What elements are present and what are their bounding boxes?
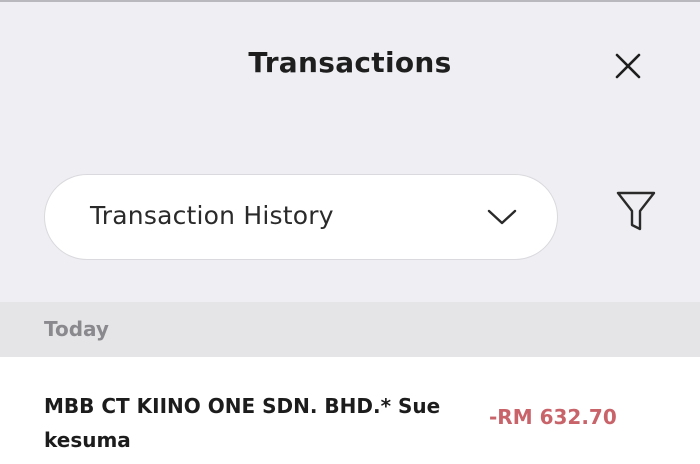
page-title: Transactions — [248, 46, 452, 79]
date-section-header: Today — [0, 302, 700, 357]
transaction-amount: -RM 632.70 — [489, 405, 617, 429]
dropdown-selected-value: Transaction History — [90, 201, 334, 230]
transaction-type-dropdown[interactable]: Transaction History — [44, 174, 558, 260]
transaction-description: MBB CT KIINO ONE SDN. BHD.* Sue kesuma — [44, 394, 441, 452]
filter-icon — [616, 191, 656, 231]
section-label: Today — [44, 317, 109, 341]
close-icon — [615, 53, 641, 79]
filter-button[interactable] — [612, 188, 660, 236]
transaction-row[interactable]: MBB CT KIINO ONE SDN. BHD.* Sue kesuma -… — [0, 357, 700, 464]
close-button[interactable] — [608, 46, 648, 86]
chevron-down-icon — [487, 209, 517, 225]
header: Transactions Transaction History — [0, 2, 700, 302]
